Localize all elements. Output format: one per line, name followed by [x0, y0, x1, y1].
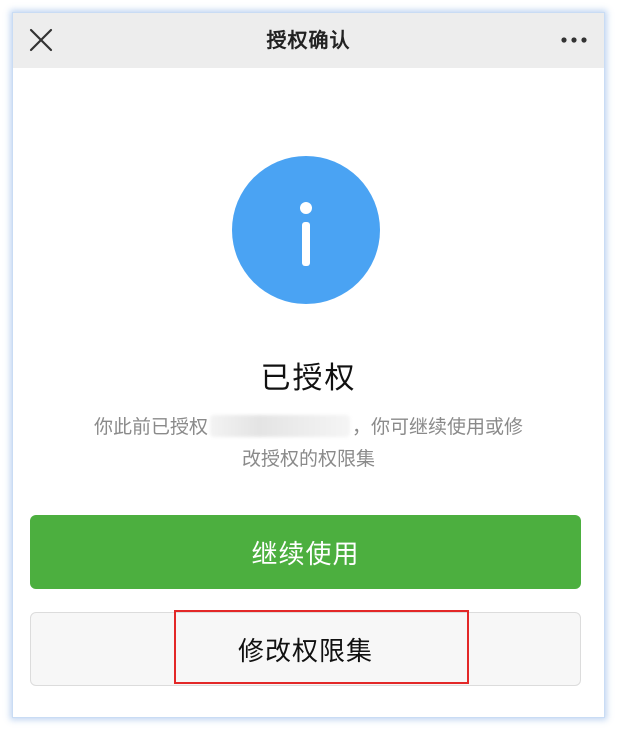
page-title: 授权确认 [266, 28, 351, 52]
redacted-app-name [210, 415, 350, 437]
info-icon [232, 156, 380, 304]
more-icon [561, 37, 587, 43]
more-button[interactable] [556, 27, 592, 53]
description-suffix: ，你可继续使用或修 [352, 416, 524, 438]
description-prefix: 你此前已授权 [93, 416, 208, 438]
status-heading: 已授权 [260, 361, 357, 396]
description-line-2: 改授权的权限集 [241, 448, 375, 470]
status-description: 你此前已授权 ，你可继续使用或修 改授权的权限集 [55, 411, 562, 475]
auth-dialog: 授权确认 已授权 你此前已授权 ，你可继续使用或修 改授权的权限集 继续使用 修改… [12, 12, 605, 718]
description-line-1: 你此前已授权 ，你可继续使用或修 [55, 411, 562, 443]
continue-button[interactable]: 继续使用 [30, 515, 581, 589]
modify-permissions-button[interactable]: 修改权限集 [30, 612, 581, 686]
top-bar: 授权确认 [13, 13, 604, 68]
